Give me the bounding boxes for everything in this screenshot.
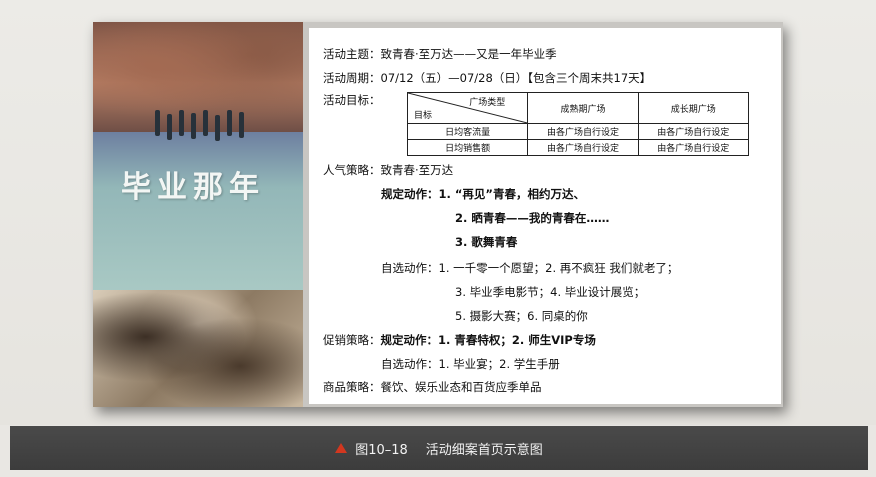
poster-title: 毕业那年 (121, 170, 265, 205)
triangle-marker-icon (335, 443, 348, 453)
table-cell: 由各广场自行设定 (637, 123, 750, 140)
goal-table: 广场类型 目标 成熟期广场 成长期广场 日均客流量 由各广场自行设定 由各广场自… (406, 92, 750, 156)
goods-row: 商品策略：餐饮、娱乐业态和百货应季单品 (323, 379, 542, 395)
goods-value: 餐饮、娱乐业态和百货应季单品 (380, 380, 542, 394)
caption-bar: 图10–18 活动细案首页示意图 (10, 426, 868, 470)
theme-value: 致青春·至万达——又是一年毕业季 (380, 47, 557, 61)
goal-label: 活动目标： (323, 93, 381, 107)
popularity-row: 人气策略：致青春·至万达 (323, 162, 453, 178)
figure-caption: 图10–18 活动细案首页示意图 (10, 426, 868, 470)
promo-optional-label: 自选动作： (381, 357, 439, 371)
table-row-label: 日均销售额 (406, 139, 529, 156)
table-row: 日均客流量 由各广场自行设定 由各广场自行设定 (406, 123, 750, 140)
corner-top-label: 广场类型 (469, 98, 506, 108)
required-item-1: 1. “再见”青春，相约万达、 (438, 187, 586, 201)
goods-label: 商品策略： (323, 380, 381, 394)
promo-optional-row: 自选动作：1. 毕业宴；2. 学生手册 (381, 356, 560, 372)
table-cell: 由各广场自行设定 (527, 139, 639, 156)
table-header: 成熟期广场 (527, 92, 639, 124)
promo-required-label: 规定动作： (380, 333, 439, 347)
popularity-label: 人气策略： (323, 163, 381, 177)
promo-row: 促销策略：规定动作：1. 青春特权；2. 师生VIP专场 (323, 332, 596, 348)
theme-row: 活动主题：致青春·至万达——又是一年毕业季 (323, 46, 557, 62)
corner-bottom-label: 目标 (414, 111, 433, 121)
poster-sky-area (93, 132, 303, 292)
table-cell: 由各广场自行设定 (637, 139, 750, 156)
required-item-3: 3. 歌舞青春 (455, 235, 518, 249)
plan-content: 活动主题：致青春·至万达——又是一年毕业季 活动周期：07/12（五）—07/2… (309, 28, 781, 404)
promo-label: 促销策略： (323, 333, 381, 347)
period-label: 活动周期： (323, 71, 381, 85)
required-label: 规定动作： (381, 187, 439, 201)
period-value: 07/12（五）—07/28（日）【包含三个周末共17天】 (380, 71, 652, 85)
required-row-1: 规定动作：1. “再见”青春，相约万达、 (381, 186, 585, 202)
caption-text: 活动细案首页示意图 (425, 442, 543, 458)
theme-label: 活动主题： (323, 47, 381, 61)
table-cell: 由各广场自行设定 (527, 123, 639, 140)
optional-item-1: 1. 一千零一个愿望；2. 再不疯狂 我们就老了； (438, 261, 679, 275)
optional-label: 自选动作： (381, 261, 439, 275)
caption-number: 图10–18 (355, 442, 408, 458)
table-row-label: 日均客流量 (406, 123, 529, 140)
period-row: 活动周期：07/12（五）—07/28（日）【包含三个周末共17天】 (323, 70, 651, 86)
figure-frame: 毕业那年 活动主题：致青春·至万达——又是一年毕业季 活动周期：07/12（五）… (93, 22, 783, 407)
table-row: 日均销售额 由各广场自行设定 由各广场自行设定 (406, 139, 750, 156)
poster-flowers-area (93, 290, 303, 407)
popularity-value: 致青春·至万达 (380, 163, 454, 177)
required-item-2: 2. 晒青春——我的青春在…… (455, 211, 610, 225)
optional-item-2: 3. 毕业季电影节；4. 毕业设计展览； (455, 285, 646, 299)
table-header: 成长期广场 (637, 92, 750, 124)
table-corner-cell: 广场类型 目标 (406, 92, 529, 124)
promo-optional-value: 1. 毕业宴；2. 学生手册 (438, 357, 560, 371)
promo-required-value: 1. 青春特权；2. 师生VIP专场 (438, 333, 596, 347)
optional-item-3: 5. 摄影大赛；6. 同桌的你 (455, 309, 588, 323)
poster-image: 毕业那年 (93, 22, 303, 407)
poster-people-silhouettes (155, 110, 255, 150)
optional-row-1: 自选动作：1. 一千零一个愿望；2. 再不疯狂 我们就老了； (381, 260, 678, 276)
